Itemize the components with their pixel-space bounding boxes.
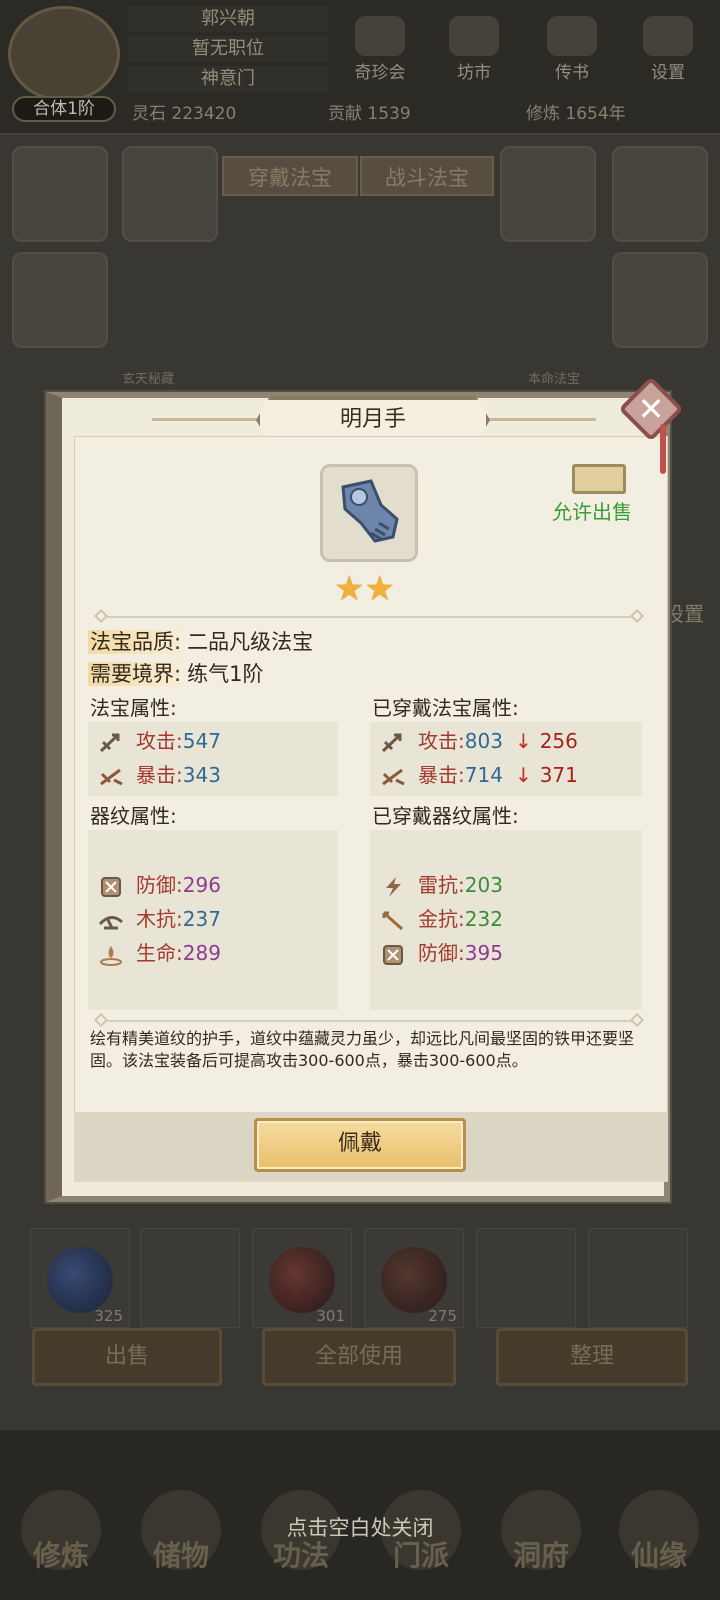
stat-row: 防御:395 bbox=[380, 938, 503, 968]
divider bbox=[102, 616, 642, 618]
life-icon bbox=[98, 944, 124, 966]
crit-icon bbox=[380, 766, 406, 788]
stat-label: 生命: bbox=[136, 941, 183, 965]
stat-value: 203 bbox=[464, 873, 503, 897]
stat-label: 攻击: bbox=[418, 729, 465, 753]
realm-label: 需要境界: bbox=[88, 662, 188, 686]
stat-diff: 256 bbox=[539, 729, 578, 753]
stat-value: 232 bbox=[464, 907, 503, 931]
item-detail-dialog: 明月手 允许出售 ★★ 法宝品质: 二品凡级法宝 需要境界: 练气1阶 法宝属性: … bbox=[46, 392, 670, 1202]
sale-status: 允许出售 bbox=[552, 500, 632, 524]
close-icon: ✕ bbox=[637, 390, 665, 428]
equipped-pattern-section-title: 已穿戴器纹属性: bbox=[372, 804, 519, 828]
stat-value: 296 bbox=[182, 873, 221, 897]
crit-icon bbox=[98, 766, 124, 788]
stat-value: 343 bbox=[182, 763, 221, 787]
equipped-pattern-box: 雷抗:203 金抗:232 防御:395 bbox=[370, 830, 642, 1010]
stat-label: 防御: bbox=[418, 941, 465, 965]
thunder-resist-icon bbox=[380, 876, 406, 898]
stat-value: 289 bbox=[182, 941, 221, 965]
stat-row: 暴击:343 bbox=[98, 760, 221, 790]
pattern-box: 防御:296 木抗:237 生命:289 bbox=[88, 830, 338, 1010]
wear-button[interactable]: 佩戴 bbox=[254, 1118, 466, 1172]
down-arrow-icon: ↓ bbox=[514, 729, 532, 753]
tassel-ornament bbox=[660, 424, 666, 474]
attack-icon bbox=[98, 732, 124, 754]
stat-row: 雷抗:203 bbox=[380, 870, 503, 900]
equipped-attr-section-title: 已穿戴法宝属性: bbox=[372, 696, 519, 720]
sale-chest-icon bbox=[572, 464, 626, 494]
stat-label: 暴击: bbox=[136, 763, 183, 787]
stat-row: 防御:296 bbox=[98, 870, 221, 900]
defense-icon bbox=[380, 944, 406, 966]
stat-row: 生命:289 bbox=[98, 938, 221, 968]
stat-value: 237 bbox=[182, 907, 221, 931]
stat-diff: 371 bbox=[539, 763, 578, 787]
stat-value: 395 bbox=[464, 941, 503, 965]
stat-row: 暴击:714 ↓ 371 bbox=[380, 760, 578, 790]
stat-label: 雷抗: bbox=[418, 873, 465, 897]
quality-row: 法宝品质: 二品凡级法宝 bbox=[88, 626, 313, 656]
down-arrow-icon: ↓ bbox=[514, 763, 532, 787]
quality-value: 二品凡级法宝 bbox=[187, 630, 314, 654]
quality-label: 法宝品质: bbox=[88, 630, 188, 654]
stat-label: 暴击: bbox=[418, 763, 465, 787]
stat-label: 攻击: bbox=[136, 729, 183, 753]
wood-resist-icon bbox=[98, 910, 124, 932]
realm-value: 练气1阶 bbox=[187, 662, 264, 686]
gauntlet-icon bbox=[320, 464, 418, 562]
pattern-section-title: 器纹属性: bbox=[90, 804, 177, 828]
star-rating: ★★ bbox=[334, 572, 395, 606]
stat-label: 金抗: bbox=[418, 907, 465, 931]
attr-section-title: 法宝属性: bbox=[90, 696, 177, 720]
stat-value: 547 bbox=[182, 729, 221, 753]
stat-value: 714 bbox=[464, 763, 503, 787]
realm-row: 需要境界: 练气1阶 bbox=[88, 658, 263, 688]
stat-row: 金抗:232 bbox=[380, 904, 503, 934]
star-icon: ★ bbox=[364, 569, 395, 609]
title-ornament-right bbox=[486, 418, 596, 421]
stat-label: 木抗: bbox=[136, 907, 183, 931]
item-description: 绘有精美道纹的护手，道纹中蕴藏灵力虽少，却远比凡间最坚固的铁甲还要坚固。该法宝装… bbox=[90, 1029, 635, 1070]
stat-row: 木抗:237 bbox=[98, 904, 221, 934]
attack-icon bbox=[380, 732, 406, 754]
attr-box: 攻击:547 暴击:343 bbox=[88, 722, 338, 796]
stat-row: 攻击:803 ↓ 256 bbox=[380, 726, 578, 756]
title-ornament-left bbox=[152, 418, 260, 421]
defense-icon bbox=[98, 876, 124, 898]
divider bbox=[102, 1020, 642, 1022]
stat-value: 803 bbox=[464, 729, 503, 753]
equipped-attr-box: 攻击:803 ↓ 256 暴击:714 ↓ 371 bbox=[370, 722, 642, 796]
stat-label: 防御: bbox=[136, 873, 183, 897]
metal-resist-icon bbox=[380, 910, 406, 932]
stat-row: 攻击:547 bbox=[98, 726, 221, 756]
star-icon: ★ bbox=[334, 569, 365, 609]
